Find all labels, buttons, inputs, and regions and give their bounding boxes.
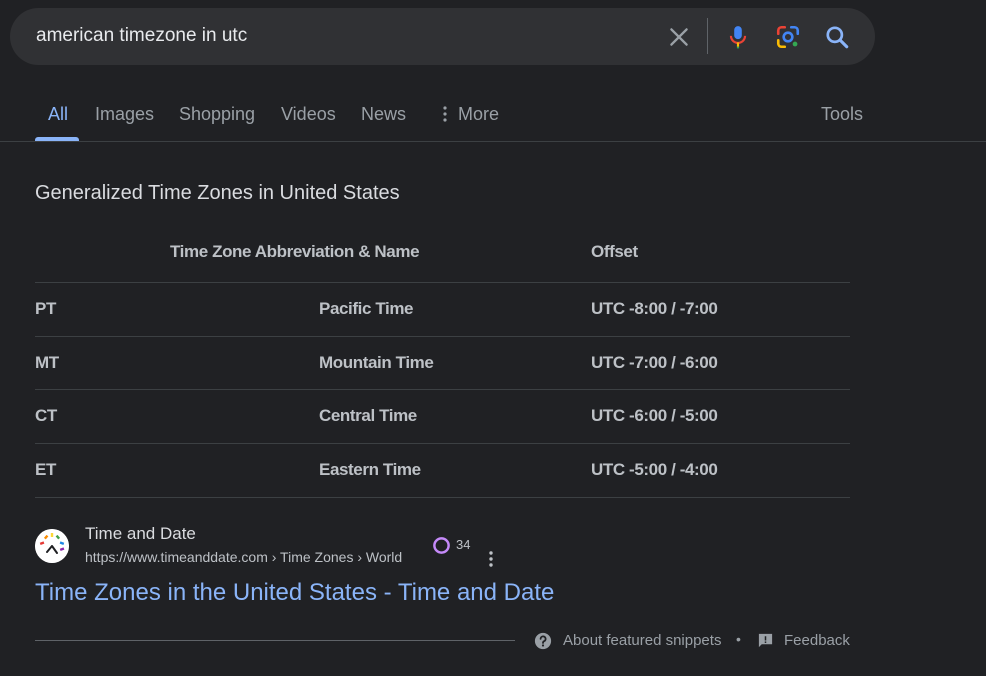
rating-ring-icon bbox=[433, 537, 450, 554]
search-bar bbox=[10, 8, 875, 65]
tab-news[interactable]: News bbox=[361, 103, 406, 125]
tz-name: Mountain Time bbox=[319, 353, 434, 372]
tz-offset: UTC -8:00 / -7:00 bbox=[591, 299, 718, 318]
tz-name: Pacific Time bbox=[319, 299, 414, 318]
tabs-divider bbox=[0, 141, 986, 142]
tab-more[interactable]: More bbox=[458, 103, 499, 125]
search-bar-divider bbox=[707, 18, 708, 54]
about-snippets-link[interactable]: About featured snippets bbox=[563, 632, 721, 650]
tz-abbreviation: CT bbox=[35, 406, 57, 425]
more-options-icon[interactable] bbox=[488, 550, 494, 568]
site-favicon[interactable] bbox=[35, 529, 69, 563]
tz-offset: UTC -7:00 / -6:00 bbox=[591, 353, 718, 372]
footer-divider bbox=[35, 640, 515, 641]
tz-offset: UTC -6:00 / -5:00 bbox=[591, 406, 718, 425]
search-input[interactable] bbox=[36, 24, 636, 48]
table-row: MT Mountain Time UTC -7:00 / -6:00 bbox=[35, 336, 850, 390]
camera-lens-icon[interactable] bbox=[775, 24, 801, 50]
table-header-name: Time Zone Abbreviation & Name bbox=[170, 242, 420, 261]
tz-name: Eastern Time bbox=[319, 460, 421, 479]
table-row: ET Eastern Time UTC -5:00 / -4:00 bbox=[35, 443, 850, 498]
table-row: PT Pacific Time UTC -8:00 / -7:00 bbox=[35, 282, 850, 336]
clock-icon bbox=[35, 529, 69, 563]
tab-all[interactable]: All bbox=[48, 103, 68, 125]
footer-separator: • bbox=[736, 631, 741, 647]
tab-videos[interactable]: Videos bbox=[281, 103, 336, 125]
search-icon[interactable] bbox=[824, 24, 850, 50]
help-icon[interactable] bbox=[534, 632, 552, 650]
site-url[interactable]: https://www.timeanddate.com › Time Zones… bbox=[85, 548, 402, 566]
rating-count: 34 bbox=[456, 537, 471, 552]
feedback-link[interactable]: Feedback bbox=[784, 632, 850, 650]
snippet-title: Generalized Time Zones in United States bbox=[35, 182, 400, 204]
tz-offset: UTC -5:00 / -4:00 bbox=[591, 460, 718, 479]
site-name[interactable]: Time and Date bbox=[85, 524, 196, 544]
table-row: CT Central Time UTC -6:00 / -5:00 bbox=[35, 389, 850, 443]
search-results-page: All Images Shopping Videos News More Too… bbox=[0, 0, 986, 676]
close-icon[interactable] bbox=[666, 24, 692, 50]
tz-abbreviation: MT bbox=[35, 353, 59, 372]
tz-abbreviation: PT bbox=[35, 299, 56, 318]
result-title-link[interactable]: Time Zones in the United States - Time a… bbox=[35, 578, 554, 608]
tab-shopping[interactable]: Shopping bbox=[179, 103, 255, 125]
feedback-icon[interactable] bbox=[757, 632, 774, 649]
tz-abbreviation: ET bbox=[35, 460, 56, 479]
microphone-icon[interactable] bbox=[725, 24, 751, 50]
tools-button[interactable]: Tools bbox=[821, 103, 863, 125]
tab-images[interactable]: Images bbox=[95, 103, 154, 125]
tz-name: Central Time bbox=[319, 406, 417, 425]
more-vert-icon bbox=[443, 106, 447, 122]
table-header-offset: Offset bbox=[591, 242, 638, 261]
